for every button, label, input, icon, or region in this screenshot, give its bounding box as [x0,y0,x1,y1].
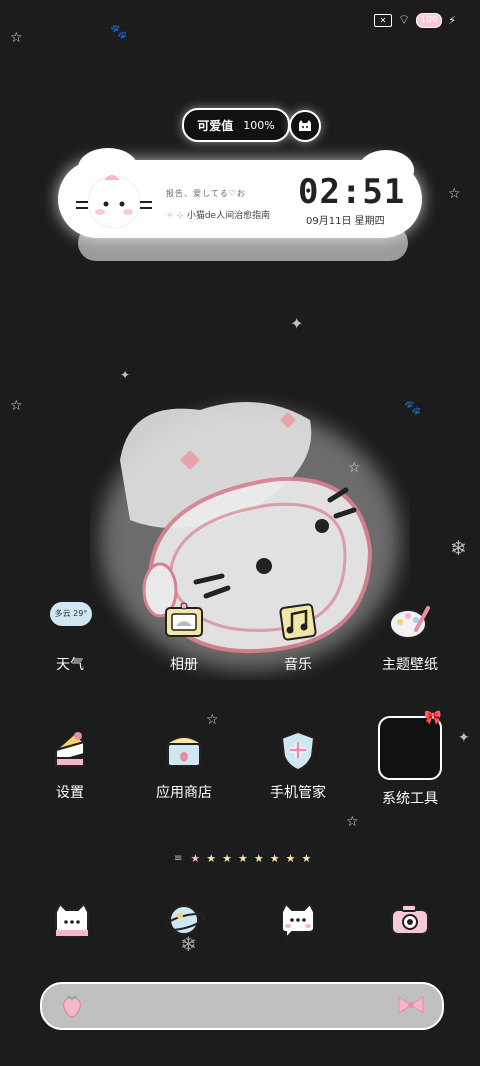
shield-icon [274,726,322,774]
page-dot: ★ [253,852,264,865]
no-sim-icon: ✕ [374,13,393,27]
app-weather-label: 天气 [56,657,84,673]
app-album-label: 相册 [170,657,198,673]
app-phone-manager-label: 手机管家 [270,785,326,801]
sparkle-icon: ✦ [120,368,131,382]
dock-bar[interactable] [40,982,444,1030]
badge-label: 可爱值 [197,118,234,133]
page-dot: ★ [238,852,248,865]
music-note-icon [274,598,322,646]
app-store[interactable]: 应用商店 [134,726,234,802]
cuteness-badge: 可爱值 100% [182,108,290,142]
page-dot: ★ [206,852,217,865]
bow-icon: 🎀 [424,710,442,726]
paw-icon: 🐾 [110,24,128,40]
widget-date: 09月11日 星期四 [306,216,385,227]
page-dot-active: ★ [190,852,201,865]
app-music-label: 音乐 [284,657,312,673]
bow-icon [398,996,424,1014]
palette-icon [386,598,434,646]
star-icon: ☆ [346,814,359,830]
page-dot: ★ [222,852,233,865]
star-icon: ☆ [10,398,23,414]
page-dot: ★ [285,852,296,865]
wifi-icon: ⌔ [398,13,411,28]
app-phone[interactable] [22,896,122,944]
app-messages[interactable] [248,896,348,944]
photo-album-icon [160,598,208,646]
cat-message-icon [274,896,322,944]
strawberry-icon [63,995,81,1018]
cat-face-icon [289,110,321,142]
app-browser[interactable] [134,896,234,944]
camera-icon [386,896,434,944]
cloud-weather-icon [46,598,94,646]
app-themes-label: 主题壁纸 [382,657,438,673]
page-dot: ★ [301,852,312,865]
menu-icon: ≡ [174,853,183,864]
widget-time: 02:51 [298,172,406,212]
sparkle-icon: ✦ [290,314,304,333]
app-system-tools-folder[interactable]: 🎀 系统工具 [360,710,460,808]
store-icon [160,726,208,774]
star-icon: ☆ [10,30,23,46]
app-settings[interactable]: 设置 [20,726,120,802]
widget-motto-1: 报告、爱してる♡お [166,189,246,198]
app-weather[interactable]: 天气 [20,598,120,674]
app-themes[interactable]: 主题壁纸 [360,598,460,674]
clock-widget[interactable]: 报告、爱してる♡お ✧ ⊹ 小猫de人间治愈指南 02:51 09月11日 星期… [58,148,422,238]
star-icon: ☆ [448,186,461,202]
kitten-face-icon [76,175,152,229]
app-store-label: 应用商店 [156,785,212,801]
motto-text: 小猫de人间治愈指南 [186,211,271,221]
status-bar: ✕ ⌔ 100 ⚡ [374,12,456,28]
widget-motto-2: ✧ ⊹ 小猫de人间治愈指南 [166,208,270,221]
cat-phone-icon [48,896,96,944]
page-indicator[interactable]: ≡ ★ ★ ★ ★ ★ ★ ★ ★ [174,852,311,865]
app-camera[interactable] [360,896,460,944]
battery-indicator: 100 [416,12,443,28]
page-dot: ★ [269,852,280,865]
app-settings-label: 设置 [56,785,84,801]
motto-prefix: ✧ ⊹ [166,211,184,221]
snowflake-icon: ❄ [450,536,467,560]
app-phone-manager[interactable]: 手机管家 [248,726,348,802]
app-album[interactable]: 相册 [134,598,234,674]
cake-settings-icon [46,726,94,774]
app-system-tools-label: 系统工具 [382,791,438,807]
charging-icon: ⚡ [448,13,456,27]
app-music[interactable]: 音乐 [248,598,348,674]
planet-browser-icon [160,896,208,944]
badge-percent: 100% [243,118,275,132]
